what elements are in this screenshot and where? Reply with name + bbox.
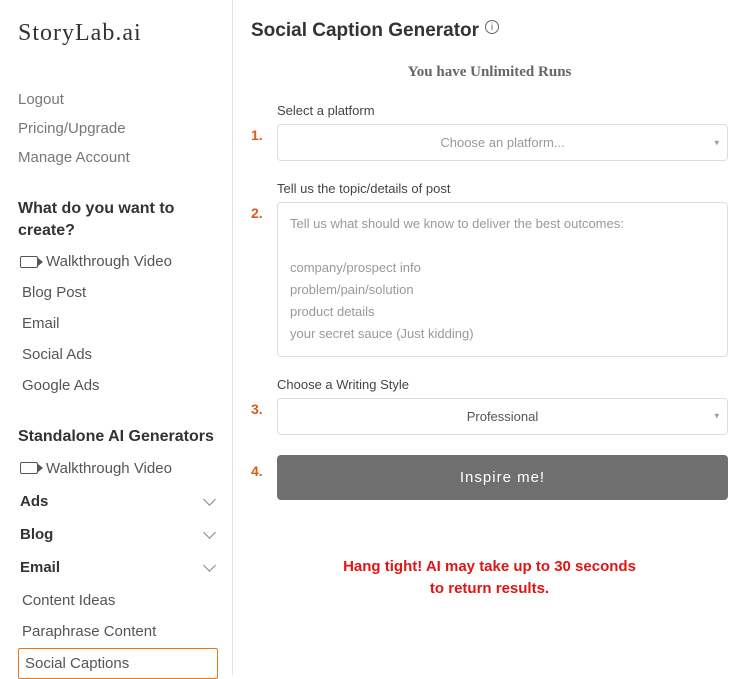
platform-label: Select a platform — [277, 103, 728, 118]
video-icon — [20, 462, 38, 474]
chevron-down-icon: ▾ — [714, 137, 719, 148]
topic-textarea[interactable]: Tell us what should we know to deliver t… — [277, 202, 728, 357]
platform-placeholder: Choose an platform... — [440, 135, 564, 150]
category-label: Ads — [20, 493, 48, 510]
wait-line-2: to return results. — [251, 578, 728, 601]
logout-link[interactable]: Logout — [18, 85, 218, 114]
info-icon[interactable]: i — [485, 20, 499, 34]
chevron-down-icon — [204, 561, 216, 573]
create-blog-post[interactable]: Blog Post — [18, 278, 218, 307]
placeholder-line: company/prospect info — [290, 257, 715, 279]
brand-logo: StoryLab.ai — [18, 20, 218, 47]
category-label: Email — [20, 559, 60, 576]
menu-content-ideas[interactable]: Content Ideas — [18, 586, 218, 615]
create-social-ads[interactable]: Social Ads — [18, 340, 218, 369]
standalone-walkthrough-video[interactable]: Walkthrough Video — [18, 454, 218, 483]
create-walkthrough-video[interactable]: Walkthrough Video — [18, 247, 218, 276]
placeholder-line: product details — [290, 301, 715, 323]
category-blog[interactable]: Blog — [18, 518, 218, 551]
topic-label: Tell us the topic/details of post — [277, 181, 728, 196]
pricing-link[interactable]: Pricing/Upgrade — [18, 114, 218, 143]
video-icon — [20, 256, 38, 268]
standalone-heading: Standalone AI Generators — [18, 426, 218, 448]
wait-line-1: Hang tight! AI may take up to 30 seconds — [251, 556, 728, 579]
category-email[interactable]: Email — [18, 551, 218, 584]
category-ads[interactable]: Ads — [18, 485, 218, 518]
step-number-2: 2. — [251, 181, 277, 357]
placeholder-line: problem/pain/solution — [290, 279, 715, 301]
platform-select[interactable]: Choose an platform... ▾ — [277, 124, 728, 161]
sidebar: StoryLab.ai Logout Pricing/Upgrade Manag… — [0, 0, 233, 675]
create-heading: What do you want to create? — [18, 198, 218, 241]
manage-account-link[interactable]: Manage Account — [18, 143, 218, 172]
menu-paraphrase-content[interactable]: Paraphrase Content — [18, 617, 218, 646]
wait-message: Hang tight! AI may take up to 30 seconds… — [251, 556, 728, 601]
category-label: Blog — [20, 526, 53, 543]
step-number-1: 1. — [251, 103, 277, 161]
step-number-3: 3. — [251, 377, 277, 435]
inspire-button[interactable]: Inspire me! — [277, 455, 728, 500]
style-label: Choose a Writing Style — [277, 377, 728, 392]
menu-label: Walkthrough Video — [46, 460, 172, 477]
placeholder-line: your secret sauce (Just kidding) — [290, 323, 715, 345]
placeholder-line: Tell us what should we know to deliver t… — [290, 213, 715, 235]
main-content: Social Caption Generator i You have Unli… — [233, 0, 746, 675]
step-number-4: 4. — [251, 455, 277, 500]
create-google-ads[interactable]: Google Ads — [18, 371, 218, 400]
menu-social-captions[interactable]: Social Captions — [18, 648, 218, 679]
chevron-down-icon — [204, 528, 216, 540]
create-email[interactable]: Email — [18, 309, 218, 338]
runs-remaining: You have Unlimited Runs — [251, 64, 728, 81]
style-value: Professional — [467, 409, 539, 424]
chevron-down-icon: ▾ — [714, 411, 719, 422]
page-title: Social Caption Generator — [251, 20, 479, 42]
menu-label: Walkthrough Video — [46, 253, 172, 270]
style-select[interactable]: Professional ▾ — [277, 398, 728, 435]
chevron-down-icon — [204, 495, 216, 507]
